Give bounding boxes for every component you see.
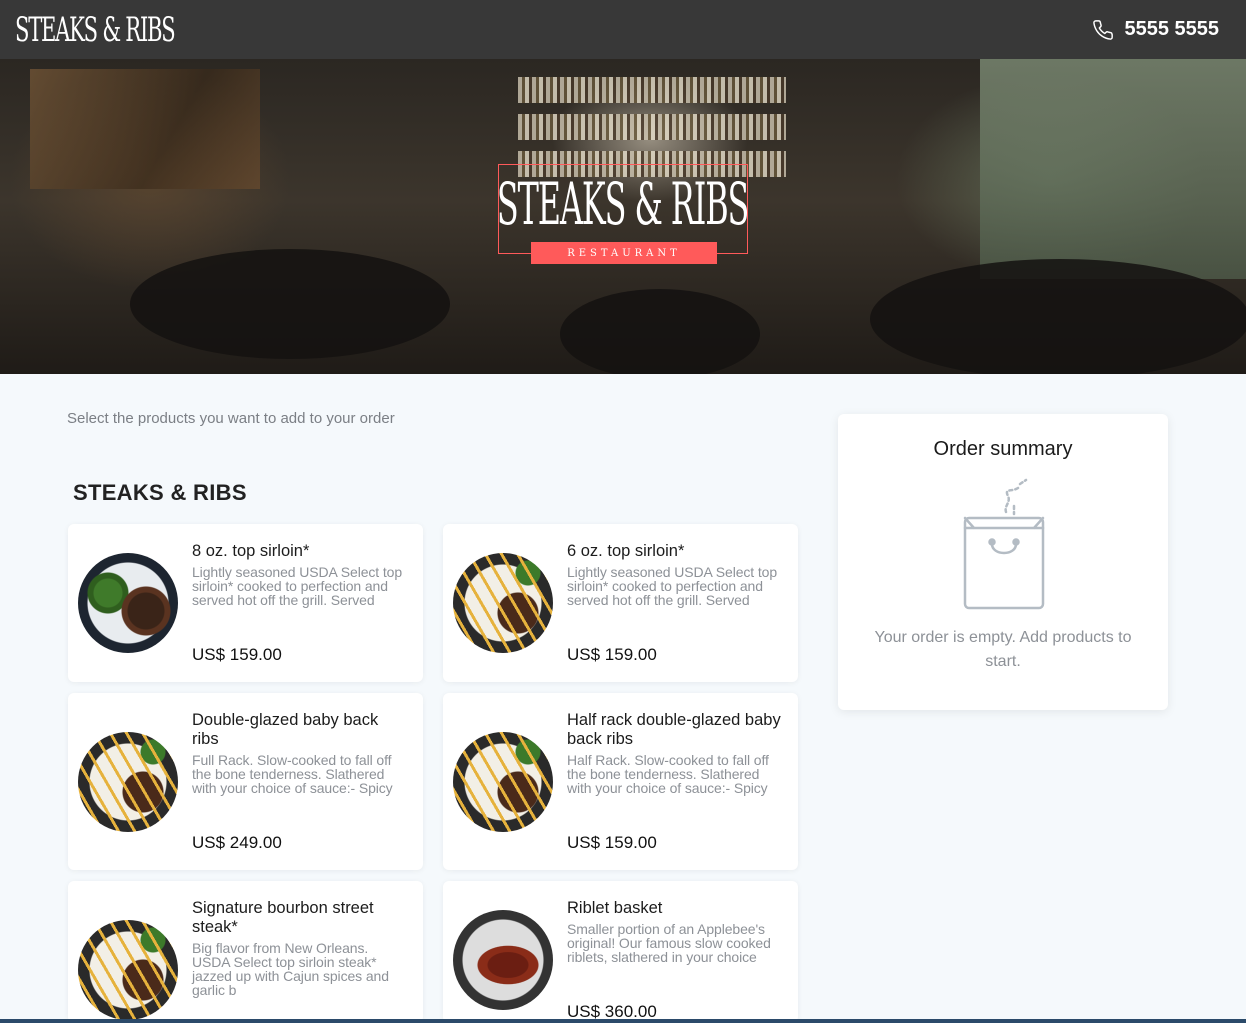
product-description: Big flavor from New Orleans. USDA Select… — [192, 940, 389, 998]
product-image — [78, 732, 178, 832]
product-image — [453, 553, 553, 653]
phone-icon — [1093, 19, 1114, 40]
hero-logo-badge: STEAKS & RIBS RESTAURANT — [497, 164, 750, 264]
product-info: Signature bourbon street steak* Big flav… — [192, 899, 407, 997]
product-price: US$ 159.00 — [567, 645, 657, 664]
hero-wall-art — [30, 69, 260, 189]
product-card[interactable]: Signature bourbon street steak* Big flav… — [68, 881, 423, 1023]
product-price: US$ 159.00 — [192, 645, 282, 664]
product-card[interactable]: Riblet basket Smaller portion of an Appl… — [443, 881, 798, 1023]
header-phone[interactable]: 5555 5555 — [1092, 18, 1219, 41]
product-card[interactable]: 8 oz. top sirloin* Lightly seasoned USDA… — [68, 524, 423, 682]
product-description: Lightly seasoned USDA Select top sirloin… — [192, 564, 403, 608]
product-description: Half Rack. Slow-cooked to fall off the b… — [567, 752, 769, 796]
product-info: Half rack double-glazed baby back ribs H… — [567, 711, 782, 795]
hero-banner: STEAKS & RIBS RESTAURANT — [0, 59, 1246, 374]
hero-green-wall — [980, 59, 1246, 279]
hero-subtitle: RESTAURANT — [531, 242, 717, 264]
order-summary-title: Order summary — [933, 438, 1073, 460]
bottom-bar — [0, 1019, 1246, 1023]
product-description: Full Rack. Slow-cooked to fall off the b… — [192, 752, 393, 796]
phone-number: 5555 5555 — [1124, 18, 1219, 40]
product-name: Half rack double-glazed baby back ribs — [567, 711, 781, 748]
product-card[interactable]: 6 oz. top sirloin* Lightly seasoned USDA… — [443, 524, 798, 682]
product-info: 8 oz. top sirloin* Lightly seasoned USDA… — [192, 542, 407, 607]
hero-bar-shelf — [518, 77, 786, 103]
shopping-bag-icon — [963, 478, 1045, 610]
order-summary-panel: Order summary Your order is empty. Add p… — [838, 414, 1168, 710]
product-name: 6 oz. top sirloin* — [567, 542, 685, 560]
product-name: 8 oz. top sirloin* — [192, 542, 310, 560]
hero-title: STEAKS & RIBS — [497, 170, 750, 238]
hero-table — [130, 249, 450, 359]
section-title: STEAKS & RIBS — [73, 480, 247, 505]
hero-bar-shelf — [518, 114, 786, 140]
product-info: Double-glazed baby back ribs Full Rack. … — [192, 711, 407, 795]
product-name: Riblet basket — [567, 899, 663, 917]
product-price: US$ 159.00 — [567, 833, 657, 852]
top-bar: STEAKS & RIBS 5555 5555 — [0, 0, 1246, 59]
product-card[interactable]: Half rack double-glazed baby back ribs H… — [443, 693, 798, 870]
product-image — [453, 910, 553, 1010]
product-info: 6 oz. top sirloin* Lightly seasoned USDA… — [567, 542, 782, 607]
product-name: Double-glazed baby back ribs — [192, 711, 379, 748]
product-name: Signature bourbon street steak* — [192, 899, 374, 936]
product-card[interactable]: Double-glazed baby back ribs Full Rack. … — [68, 693, 423, 870]
instructions-text: Select the products you want to add to y… — [67, 410, 395, 427]
product-image — [78, 553, 178, 653]
product-image — [78, 920, 178, 1020]
product-image — [453, 732, 553, 832]
hero-table — [560, 289, 760, 374]
product-price: US$ 249.00 — [192, 833, 282, 852]
header-logo[interactable]: STEAKS & RIBS — [15, 10, 176, 50]
product-info: Riblet basket Smaller portion of an Appl… — [567, 899, 782, 964]
hero-table — [870, 259, 1246, 374]
product-description: Smaller portion of an Applebee's origina… — [567, 921, 771, 965]
product-description: Lightly seasoned USDA Select top sirloin… — [567, 564, 778, 608]
order-empty-message: Your order is empty. Add products to sta… — [874, 629, 1132, 670]
